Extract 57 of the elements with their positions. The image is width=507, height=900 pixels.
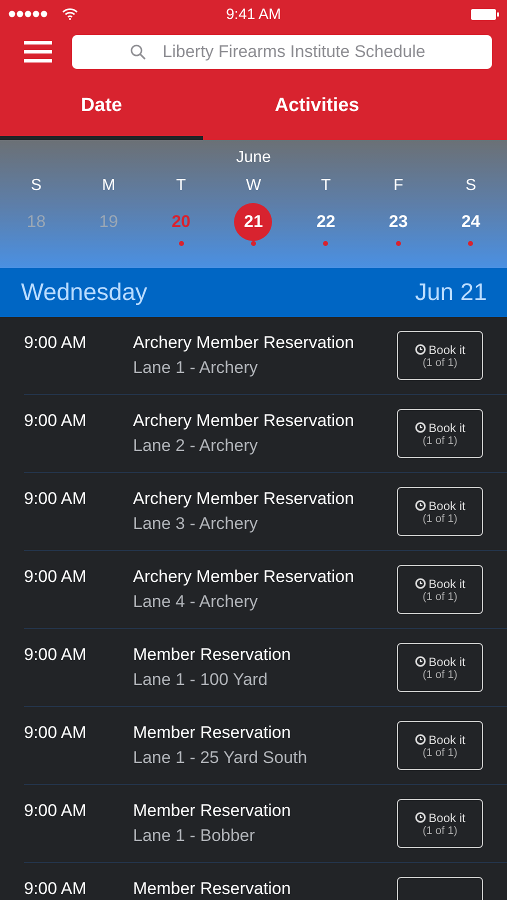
event-location: Lane 1 - Bobber [133, 826, 256, 846]
weekday-title: Wednesday [21, 278, 148, 306]
event-time: 9:00 AM [24, 488, 88, 509]
weekday-label: F [392, 176, 404, 196]
book-button[interactable]: Book it (1 of 1) [397, 487, 483, 536]
weekday-label: S [464, 176, 478, 196]
event-time: 9:00 AM [24, 800, 88, 821]
event-title: Archery Member Reservation [133, 332, 356, 353]
event-title: Archery Member Reservation [133, 410, 356, 431]
event-time: 9:00 AM [24, 722, 88, 743]
event-title: Archery Member Reservation [133, 488, 356, 509]
tab[interactable]: Activities [203, 76, 431, 140]
clock-icon [414, 656, 426, 667]
event-location: Lane 2 - Archery [133, 436, 259, 456]
event-location: Lane 1 - 100 Yard [133, 670, 269, 690]
weekday-label: M [100, 176, 116, 196]
book-button[interactable]: Book it (1 of 1) [397, 643, 483, 692]
clock-icon [414, 812, 426, 823]
wifi-icon [62, 8, 78, 20]
battery-icon [470, 8, 499, 20]
status-time: 9:41 AM [226, 6, 282, 22]
clock-icon [414, 500, 426, 511]
event-title: Member Reservation [133, 722, 292, 743]
event-time: 9:00 AM [24, 410, 88, 431]
clock-icon [414, 734, 426, 745]
day-button[interactable]: 23 [379, 203, 418, 241]
date-title: Jun 21 [414, 278, 487, 306]
book-button[interactable]: Book it (1 of 1) [397, 565, 483, 614]
search-field[interactable]: Liberty Firearms Institute Schedule [72, 35, 492, 69]
event-location: Lane 3 - Archery [133, 514, 259, 534]
event-time: 9:00 AM [24, 878, 88, 899]
weekday-label: S [30, 176, 43, 196]
event-time: 9:00 AM [24, 566, 88, 587]
event-time: 9:00 AM [24, 332, 88, 353]
event-title: Member Reservation [133, 644, 292, 665]
event-title: Archery Member Reservation [133, 566, 356, 587]
event-location: Lane 1 - Archery [133, 358, 259, 378]
book-button[interactable]: Book it (1 of 1) [397, 799, 483, 848]
month-label: June [235, 148, 272, 168]
weekday-label: T [320, 176, 332, 196]
book-button[interactable]: Book it (1 of 1) [397, 409, 483, 458]
day-button[interactable]: 24 [452, 203, 490, 241]
book-button[interactable]: Book it (1 of 1) [397, 721, 483, 770]
clock-icon [414, 422, 426, 433]
event-title: Member Reservation [133, 800, 292, 821]
weekday-label: W [244, 176, 262, 196]
book-button[interactable]: Book it (1 of 1) [397, 331, 483, 380]
clock-icon [414, 578, 426, 589]
event-location: Lane 1 - 25 Yard South [133, 748, 308, 768]
clock-icon [414, 344, 426, 355]
event-title: Member Reservation [133, 878, 292, 899]
weekday-label: T [175, 176, 187, 196]
day-button[interactable]: 21 [234, 203, 272, 241]
menu-button[interactable] [24, 41, 52, 63]
event-time: 9:00 AM [24, 644, 88, 665]
day-button[interactable]: 22 [306, 203, 345, 241]
event-location: Lane 4 - Archery [133, 592, 259, 612]
